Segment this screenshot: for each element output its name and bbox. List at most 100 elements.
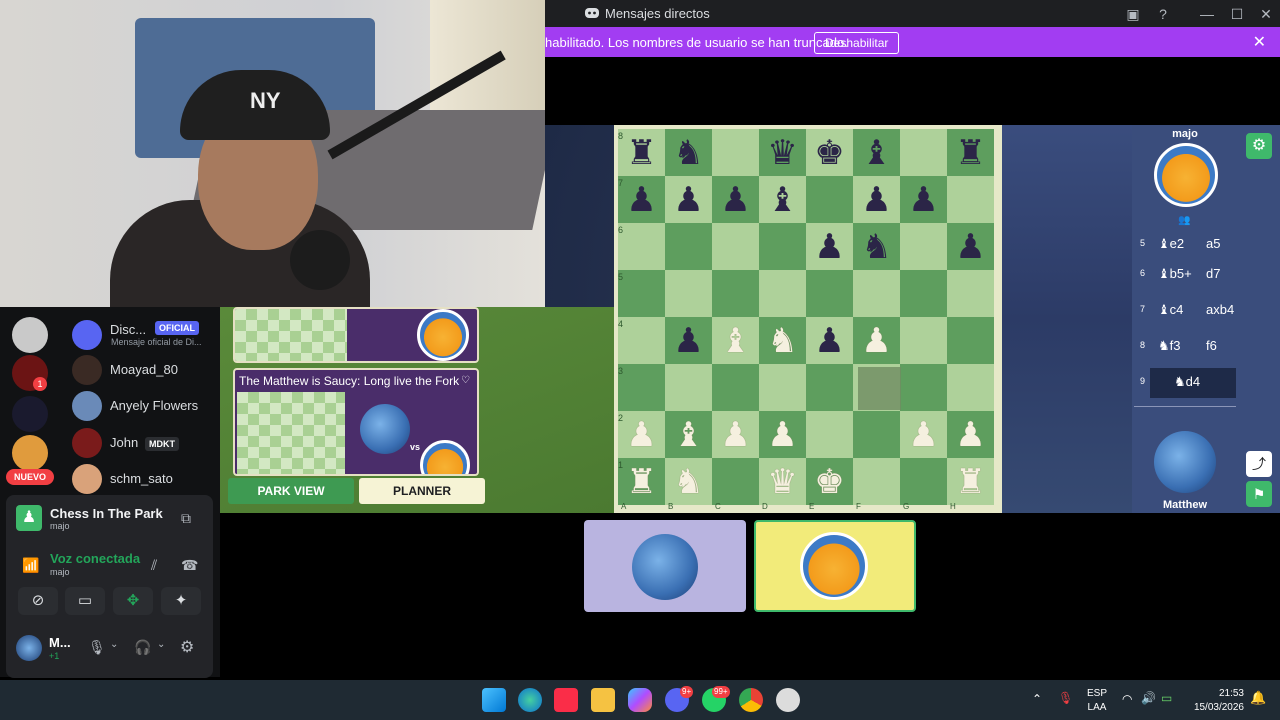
microphone-tray-icon[interactable]: 🎙	[1058, 692, 1073, 704]
black-p-piece-icon[interactable]: ♟	[900, 176, 947, 223]
minimize-button[interactable]: —	[1197, 4, 1217, 24]
planner-button[interactable]: PLANNER	[359, 478, 485, 504]
chessboard[interactable]: ♜ ♞ ♛ ♚ ♝ ♜ ♟ ♟ ♟ ♝ ♟ ♟ ♟ ♞ ♟ ♟ ♝ ♞ ♟ ♟ ♟ ♝ ♟ ♟ ♟ ♟ ♜ ♞ ♛ ♚ ♜ 8 7 6 5 4 3 2 1 A…	[614, 125, 1002, 513]
activity-card[interactable]: The Matthew is Saucy: Long live the Fork…	[233, 368, 479, 476]
board-square[interactable]	[618, 317, 665, 364]
white-b-piece-icon[interactable]: ♝	[712, 317, 759, 364]
board-square[interactable]	[947, 270, 994, 317]
board-square[interactable]	[947, 364, 994, 411]
server-icon[interactable]	[12, 435, 48, 471]
help-icon[interactable]: ?	[1153, 4, 1173, 24]
server-icon[interactable]	[12, 396, 48, 432]
server-icon[interactable]	[12, 317, 48, 353]
inbox-icon[interactable]: ▣	[1123, 4, 1143, 24]
black-b-piece-icon[interactable]: ♝	[853, 129, 900, 176]
soundboard-button[interactable]: ✦	[161, 587, 201, 615]
black-p-piece-icon[interactable]: ♟	[665, 317, 712, 364]
board-square[interactable]	[759, 364, 806, 411]
disable-button[interactable]: Deshabilitar	[814, 32, 900, 54]
volume-icon[interactable]: 🔊	[1141, 692, 1156, 704]
start-menu-icon[interactable]	[482, 688, 506, 712]
board-square[interactable]	[712, 364, 759, 411]
noise-suppression-icon[interactable]: ⫽	[151, 557, 157, 574]
chevron-down-icon[interactable]: ⌄	[157, 639, 165, 650]
board-square[interactable]	[900, 317, 947, 364]
white-k-piece-icon[interactable]: ♚	[806, 458, 853, 505]
board-square[interactable]	[618, 270, 665, 317]
chrome-icon[interactable]	[739, 688, 763, 712]
heart-icon[interactable]: ♡	[461, 375, 470, 386]
black-n-piece-icon[interactable]: ♞	[853, 223, 900, 270]
board-square[interactable]	[806, 270, 853, 317]
white-p-piece-icon[interactable]: ♟	[618, 411, 665, 458]
board-square[interactable]	[900, 458, 947, 505]
black-p-piece-icon[interactable]: ♟	[806, 317, 853, 364]
user-settings-gear-icon[interactable]: ⚙	[180, 637, 194, 657]
board-square[interactable]	[900, 364, 947, 411]
white-p-piece-icon[interactable]: ♟	[712, 411, 759, 458]
white-p-piece-icon[interactable]: ♟	[853, 317, 900, 364]
app-icon[interactable]	[776, 688, 800, 712]
board-square[interactable]	[618, 364, 665, 411]
park-view-button[interactable]: PARK VIEW	[228, 478, 354, 504]
call-tile-matthew[interactable]	[584, 520, 746, 612]
black-q-piece-icon[interactable]: ♛	[759, 129, 806, 176]
board-square[interactable]	[900, 129, 947, 176]
board-square[interactable]	[853, 458, 900, 505]
white-q-piece-icon[interactable]: ♛	[759, 458, 806, 505]
black-p-piece-icon[interactable]: ♟	[665, 176, 712, 223]
battery-icon[interactable]: ▭	[1161, 692, 1172, 704]
black-p-piece-icon[interactable]: ♟	[712, 176, 759, 223]
maximize-button[interactable]: ☐	[1227, 4, 1247, 24]
black-p-piece-icon[interactable]: ♟	[947, 223, 994, 270]
black-p-piece-icon[interactable]: ♟	[806, 223, 853, 270]
share-icon[interactable]: ⤴	[1246, 451, 1272, 477]
board-square[interactable]	[665, 270, 712, 317]
tray-chevron-icon[interactable]: ⌃	[1032, 693, 1042, 705]
board-square[interactable]	[618, 223, 665, 270]
keyboard-layout[interactable]: LAA	[1085, 702, 1109, 714]
black-n-piece-icon[interactable]: ♞	[665, 129, 712, 176]
black-k-piece-icon[interactable]: ♚	[806, 129, 853, 176]
board-square[interactable]	[853, 270, 900, 317]
flag-icon[interactable]: ⚑	[1246, 481, 1272, 507]
activity-card[interactable]	[233, 307, 479, 363]
white-n-piece-icon[interactable]: ♞	[759, 317, 806, 364]
close-window-button[interactable]: ✕	[1256, 4, 1276, 24]
settings-gear-icon[interactable]: ⚙	[1246, 133, 1272, 159]
notification-bell-icon[interactable]: 🔔	[1250, 691, 1266, 704]
headphones-icon[interactable]: 🎧	[134, 639, 151, 656]
board-square[interactable]	[712, 458, 759, 505]
screen-share-button[interactable]: ▭	[65, 587, 105, 615]
input-language[interactable]: ESP	[1085, 688, 1109, 700]
call-tile-majo[interactable]	[754, 520, 916, 612]
user-avatar[interactable]	[16, 635, 42, 661]
disconnect-icon[interactable]: ☎	[181, 557, 198, 574]
board-square[interactable]	[806, 176, 853, 223]
microphone-icon[interactable]: 🎙	[88, 639, 106, 656]
popout-icon[interactable]: ⧉	[181, 510, 191, 527]
board-square[interactable]	[712, 270, 759, 317]
board-square[interactable]	[759, 270, 806, 317]
board-square[interactable]	[712, 129, 759, 176]
white-r-piece-icon[interactable]: ♜	[947, 458, 994, 505]
black-r-piece-icon[interactable]: ♜	[947, 129, 994, 176]
white-n-piece-icon[interactable]: ♞	[665, 458, 712, 505]
white-p-piece-icon[interactable]: ♟	[900, 411, 947, 458]
clock-date[interactable]: 15/03/2026	[1188, 702, 1244, 714]
black-p-piece-icon[interactable]: ♟	[853, 176, 900, 223]
edge-browser-icon[interactable]	[518, 688, 542, 712]
board-square[interactable]	[665, 364, 712, 411]
board-square[interactable]	[853, 411, 900, 458]
activities-button[interactable]: ✥	[113, 587, 153, 615]
board-square[interactable]	[759, 223, 806, 270]
board-square[interactable]	[900, 270, 947, 317]
file-explorer-icon[interactable]	[591, 688, 615, 712]
board-square[interactable]	[947, 176, 994, 223]
music-app-icon[interactable]	[554, 688, 578, 712]
close-banner-icon[interactable]: ✕	[1253, 32, 1266, 52]
copilot-icon[interactable]	[628, 688, 652, 712]
wifi-icon[interactable]: ◠	[1122, 693, 1132, 705]
chevron-down-icon[interactable]: ⌄	[110, 639, 118, 650]
board-square[interactable]	[806, 364, 853, 411]
